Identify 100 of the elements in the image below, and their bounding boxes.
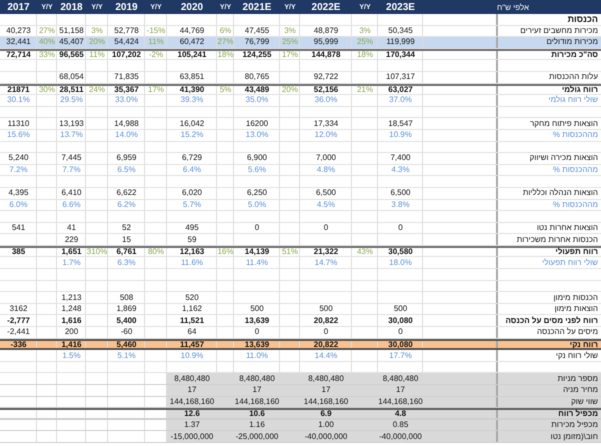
table-cell-text: 4.3% [390, 164, 411, 176]
table-cell-text: 7,445 [60, 153, 83, 164]
table-cell-text: 0 [254, 327, 260, 338]
table-cell-text: 508 [118, 292, 134, 303]
table-cell-text: 6,729 [180, 153, 204, 164]
table-cell-text: 1,416 [60, 340, 83, 349]
row-label: מכירות מחשבים זעירים [519, 26, 599, 36]
table-cell-text: 1,869 [115, 304, 138, 314]
row-label: שולי רווח תפעולי [541, 257, 599, 268]
table-cell-text: 72,714 [5, 50, 32, 60]
table-cell-text: 1.37 [183, 420, 201, 430]
table-cell-text: 16200 [244, 118, 270, 129]
row-label: הוצאות אחרות נטו [536, 222, 599, 234]
table-cell-text: 200 [64, 327, 80, 338]
table-cell-text: 107,317 [385, 72, 416, 83]
table-cell-text: 28,511 [58, 86, 85, 94]
table-cell-text: 8,480,480 [238, 373, 276, 384]
table-cell-text: 17% [146, 86, 165, 94]
table-cell-text: 6.9 [319, 410, 333, 418]
table-cell-text: 3.8% [390, 200, 411, 210]
table-cell-text: 25% [280, 37, 299, 48]
table-cell-text: 18.0% [388, 257, 413, 268]
table-cell-text: 11310 [6, 118, 30, 129]
table-cell-text: 7.7% [61, 164, 82, 176]
table-cell-text: 6,410 [60, 188, 83, 198]
table-cell-text: 4.8% [316, 164, 336, 176]
table-cell-text: 18,547 [387, 118, 414, 129]
row-label: מספר מניות [556, 373, 599, 384]
table-cell-text: 13,639 [244, 340, 270, 349]
table-cell-text: 14.4% [314, 350, 338, 361]
column-header: 2018 [59, 0, 84, 14]
table-cell-text: 385 [10, 248, 26, 256]
row-label: הוצאות מימון [554, 304, 599, 314]
table-cell-text: 6,500 [314, 188, 338, 198]
table-cell-text: 0.85 [392, 420, 410, 430]
table-cell-text: 59 [186, 234, 198, 245]
row-label: מכפיל רווח [557, 410, 599, 418]
table-cell-text: -40,000,000 [304, 431, 348, 442]
table-cell-text: 18% [356, 50, 374, 60]
row-label: מחיר מניה [562, 385, 599, 396]
table-cell-text: 0 [397, 327, 404, 338]
table-cell-text: 17 [395, 385, 406, 396]
table-cell: 16% [217, 248, 234, 256]
table-cell-text: 6.2% [116, 200, 137, 210]
table-cell-text: 14,139 [244, 248, 270, 256]
table-cell-text: 17,334 [312, 118, 340, 129]
table-cell-text: 43,489 [244, 86, 270, 94]
table-cell-text: 495 [184, 222, 200, 234]
table-cell-text: 11.6% [180, 257, 204, 268]
table-cell-text: 1,162 [180, 304, 204, 314]
table-cell-text: 8,480,480 [382, 373, 420, 384]
table-cell-text: 25% [356, 37, 374, 48]
table-cell-text: 80% [146, 248, 165, 256]
table-cell-text: 13,193 [58, 118, 85, 129]
table-cell-text: 0 [322, 222, 330, 234]
table-cell-text: 5.6% [246, 164, 268, 176]
table-cell-text: 48,879 [312, 26, 340, 36]
table-cell-text: 12.6 [183, 410, 201, 418]
table-cell-text: 40% [38, 37, 56, 48]
table-cell-text: 11.4% [244, 257, 270, 268]
table-cell-text: 47,455 [244, 26, 270, 36]
table-cell-text: 3% [283, 26, 297, 36]
table-cell-text: 12,163 [178, 248, 206, 256]
table-cell-text: 10.6 [248, 410, 266, 418]
row-label: שולי רווח נקי [554, 350, 599, 361]
table-cell: 310% [86, 248, 108, 256]
row-label: מכירות מודולים [545, 37, 599, 48]
column-header: 2022E [310, 0, 342, 14]
table-cell-text: 80,765 [244, 72, 270, 83]
table-cell-text: 20% [88, 37, 106, 48]
table-cell-text: 13,639 [244, 315, 270, 326]
table-cell-text: 92,722 [312, 72, 340, 83]
table-cell-text: 44,769 [178, 26, 206, 36]
table-cell-text: 33% [38, 50, 56, 60]
table-cell-text: 8,480,480 [173, 373, 211, 384]
table-cell-text: 96,565 [58, 50, 85, 60]
table-cell-text: 76,799 [244, 37, 270, 48]
table-cell-text: 6,959 [115, 153, 138, 164]
row-label: הכנסות [566, 14, 599, 25]
table-cell-text: 6% [218, 26, 232, 36]
table-cell-text: 500 [318, 304, 334, 314]
table-cell-text: 500 [392, 304, 408, 314]
table-cell-text: -25,000,000 [234, 431, 280, 442]
table-cell-text: -2% [148, 50, 164, 60]
table-cell-text: 5.0% [246, 200, 268, 210]
table-cell-text: 520 [184, 292, 200, 303]
table-cell-text: 1,616 [60, 315, 83, 326]
table-cell-text: 14.0% [114, 130, 139, 141]
table-cell-text: 7,000 [314, 153, 338, 164]
table-cell-text: 14,988 [113, 118, 140, 129]
column-header: 2020 [180, 0, 204, 14]
table-cell-text: 119,999 [385, 37, 416, 48]
table-cell-text: 33.0% [114, 95, 139, 106]
row-label: מההכנסות % [552, 130, 599, 141]
table-cell-text: 17% [280, 50, 299, 60]
table-cell-text: 1.00 [317, 420, 335, 430]
table-cell-text: 54,424 [113, 37, 140, 48]
table-cell-text: 1.16 [248, 420, 266, 430]
table-cell-text: -60 [120, 327, 134, 338]
table-cell-text: 40,273 [5, 26, 32, 36]
